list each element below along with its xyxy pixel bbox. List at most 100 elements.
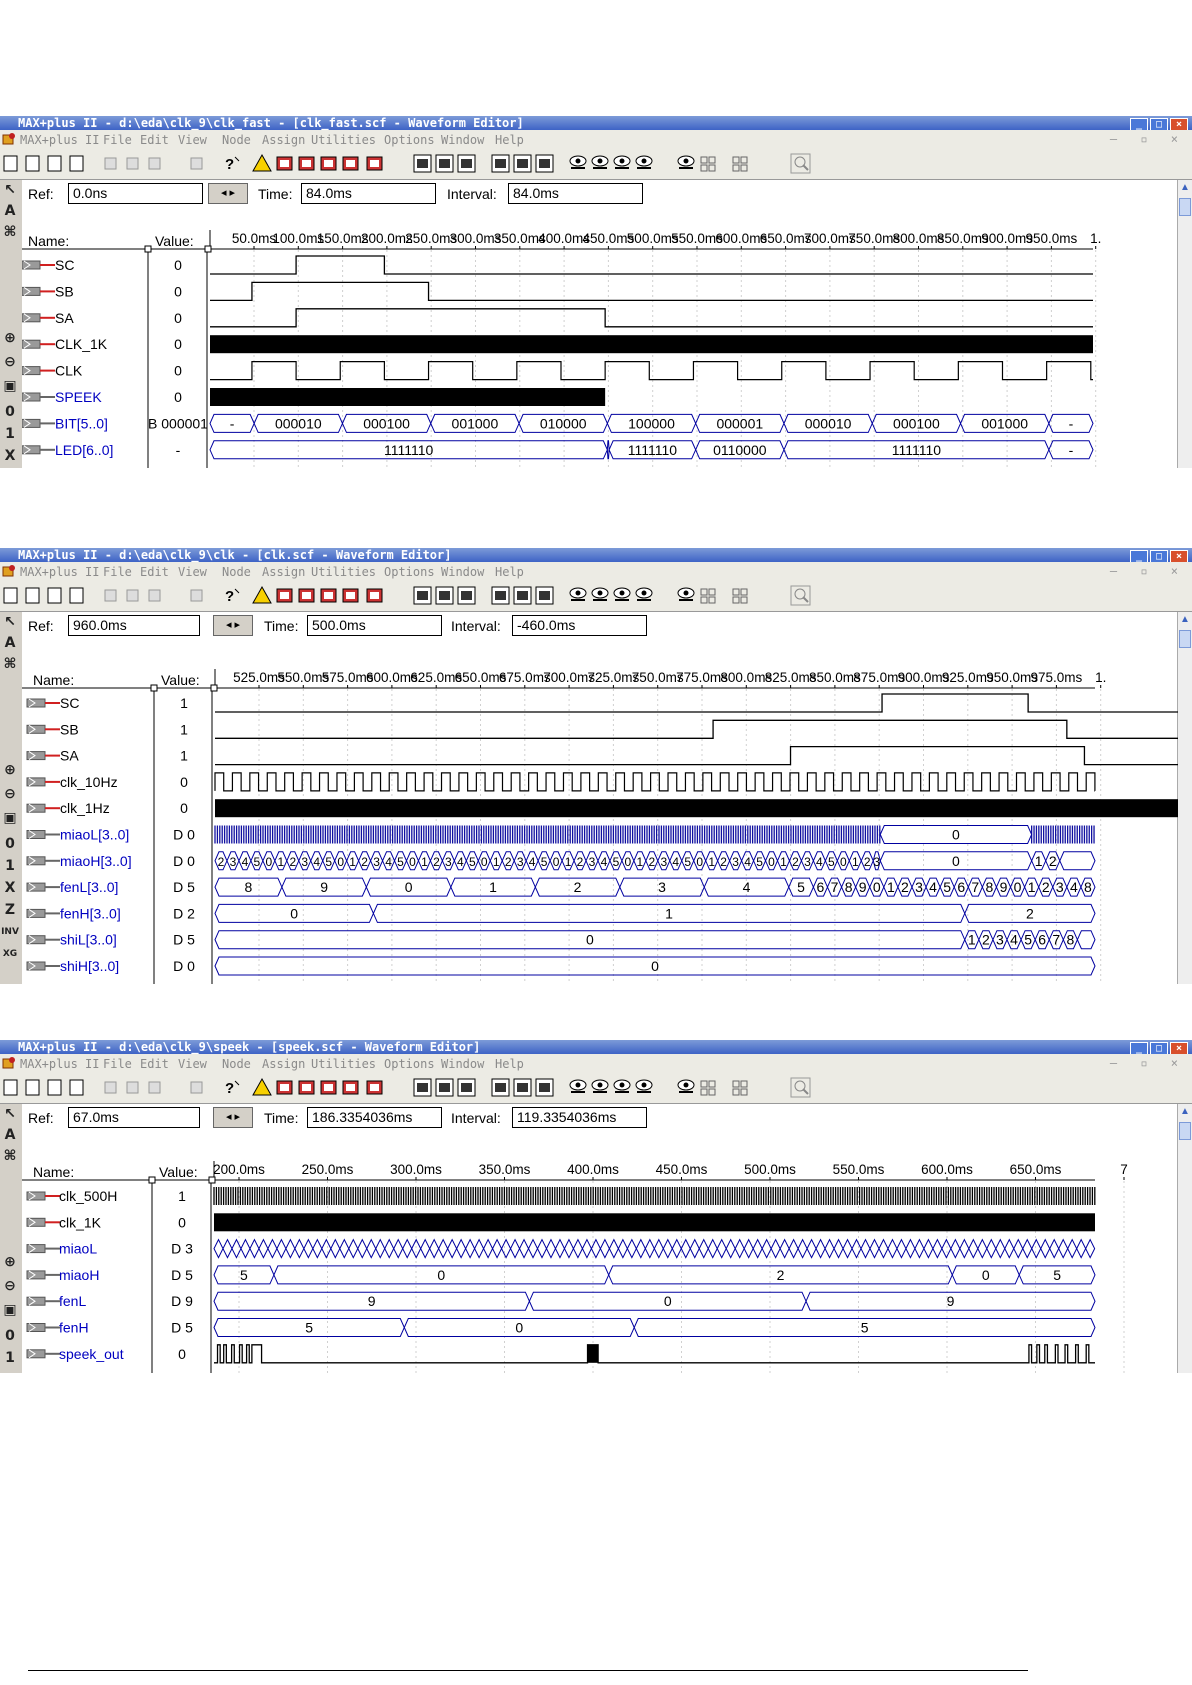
compile-icon[interactable] <box>252 585 273 606</box>
maximize-button[interactable]: □ <box>1150 1042 1168 1054</box>
menu-file[interactable]: File <box>103 565 132 579</box>
help-icon[interactable]: ? <box>222 1077 243 1098</box>
replace-icon[interactable] <box>634 153 655 174</box>
set-1-icon[interactable]: 1 <box>1 1348 19 1368</box>
minimize-button[interactable]: _ <box>1130 1042 1148 1054</box>
probe-icon[interactable] <box>568 153 589 174</box>
menu-options[interactable]: Options <box>384 133 435 147</box>
waveform-canvas[interactable]: Name: Value: 525.0ms550.0ms575.0ms600.0ms6… <box>22 612 1178 984</box>
menu-utilities[interactable]: Utilities <box>311 133 376 147</box>
report-icon[interactable] <box>512 1077 533 1098</box>
menu-utilities[interactable]: Utilities <box>311 565 376 579</box>
zoom-out-icon[interactable]: ⊖ <box>1 784 19 804</box>
grid2-icon[interactable] <box>730 153 751 174</box>
find-icon[interactable] <box>590 153 611 174</box>
hierarchy-icon[interactable] <box>340 153 361 174</box>
copy-icon[interactable] <box>122 1077 143 1098</box>
graphic-icon[interactable] <box>490 153 511 174</box>
signal-row-clk-1hz[interactable]: clk_1Hz 0 <box>26 799 1178 818</box>
find-node-icon[interactable] <box>612 1077 633 1098</box>
symbol-icon[interactable] <box>412 585 433 606</box>
fit-window-icon[interactable]: ▣ <box>1 808 19 828</box>
find-icon[interactable] <box>590 585 611 606</box>
grid2-icon[interactable] <box>730 585 751 606</box>
grid-icon[interactable] <box>698 1077 719 1098</box>
grid-icon[interactable] <box>698 585 719 606</box>
overwrite-clock-icon[interactable]: XG <box>1 944 19 964</box>
open-icon[interactable] <box>22 153 43 174</box>
report-icon[interactable] <box>512 585 533 606</box>
menu-node[interactable]: Node <box>222 133 251 147</box>
symbol-icon[interactable] <box>412 1077 433 1098</box>
signal-row-miaol-3-0[interactable]: miaoL[3..0] D 0 0 <box>26 825 1095 844</box>
menu-assign[interactable]: Assign <box>262 1057 305 1071</box>
vertical-scrollbar[interactable]: ▲ <box>1177 180 1192 468</box>
set-0-icon[interactable]: 0 <box>1 402 19 422</box>
set-x-icon[interactable]: X <box>1 878 19 898</box>
copy-icon[interactable] <box>122 585 143 606</box>
set-z-icon[interactable]: Z <box>1 900 19 920</box>
annotate-icon[interactable] <box>676 1077 697 1098</box>
signal-row-sa[interactable]: SA 1 <box>26 745 1178 766</box>
signal-row-miaoh[interactable]: miaoH D 5 5 0 2 0 5 <box>26 1265 1096 1285</box>
cut-icon[interactable] <box>100 153 121 174</box>
zoom-out-icon[interactable]: ⊖ <box>1 1276 19 1296</box>
zoom-in-icon[interactable]: ⊕ <box>1 328 19 348</box>
find-icon[interactable] <box>590 1077 611 1098</box>
text-tool-icon[interactable]: A <box>1 201 19 221</box>
message-icon[interactable] <box>534 1077 555 1098</box>
maximize-button[interactable]: □ <box>1150 118 1168 130</box>
menu-edit[interactable]: Edit <box>140 565 169 579</box>
scroll-up-arrow[interactable]: ▲ <box>1179 182 1191 196</box>
annotate-icon[interactable] <box>676 585 697 606</box>
menu-node[interactable]: Node <box>222 565 251 579</box>
cut-icon[interactable] <box>100 1077 121 1098</box>
waveform-icon[interactable] <box>456 153 477 174</box>
text-icon[interactable] <box>434 153 455 174</box>
paste-icon[interactable] <box>144 153 165 174</box>
open-icon[interactable] <box>22 1077 43 1098</box>
zoom-window-icon[interactable] <box>790 153 811 174</box>
selection-tool-icon[interactable]: ↖ <box>1 180 19 200</box>
signal-row-fenl[interactable]: fenL D 9 9 0 9 <box>26 1291 1096 1311</box>
print-icon[interactable] <box>66 153 87 174</box>
menu-file[interactable]: File <box>103 133 132 147</box>
new-icon[interactable] <box>0 585 21 606</box>
signal-row-speek-out[interactable]: speek_out 0 <box>26 1344 1095 1364</box>
signal-row-sb[interactable]: SB 1 <box>26 719 1178 739</box>
signal-row-bit-5-0[interactable]: BIT[5..0] B 000001 - 000010 000100 001000 0100… <box>22 413 1094 433</box>
replace-icon[interactable] <box>634 585 655 606</box>
help-icon[interactable]: ? <box>222 585 243 606</box>
menu-help[interactable]: Help <box>495 565 524 579</box>
print-icon[interactable] <box>66 1077 87 1098</box>
programmer-icon[interactable] <box>364 1077 385 1098</box>
message-icon[interactable] <box>534 585 555 606</box>
programmer-icon[interactable] <box>364 585 385 606</box>
scroll-up-arrow[interactable]: ▲ <box>1179 1106 1191 1120</box>
signal-row-clk-500h[interactable]: clk_500H 1 <box>26 1187 1096 1205</box>
find-node-icon[interactable] <box>612 153 633 174</box>
menu-view[interactable]: View <box>178 565 207 579</box>
signal-row-sc[interactable]: SC 1 <box>26 693 1178 713</box>
signal-row-sa[interactable]: SA 0 <box>22 308 1093 328</box>
grid-icon[interactable] <box>698 153 719 174</box>
simulate-icon[interactable] <box>274 153 295 174</box>
signal-row-fenh-3-0[interactable]: fenH[3..0] D 2 0 1 2 <box>26 903 1096 923</box>
signal-row-speek[interactable]: SPEEK 0 <box>22 388 606 406</box>
grid2-icon[interactable] <box>730 1077 751 1098</box>
menu-assign[interactable]: Assign <box>262 565 305 579</box>
save-icon[interactable] <box>44 585 65 606</box>
compile-icon[interactable] <box>252 1077 273 1098</box>
menu-window[interactable]: Window <box>441 133 484 147</box>
signal-row-fenh[interactable]: fenH D 5 5 0 5 <box>26 1318 1096 1337</box>
menu-help[interactable]: Help <box>495 1057 524 1071</box>
text-tool-icon[interactable]: A <box>1 633 19 653</box>
set-1-icon[interactable]: 1 <box>1 424 19 444</box>
menu-view[interactable]: View <box>178 1057 207 1071</box>
signal-row-led-6-0[interactable]: LED[6..0] - 1111110 1111110 0110000 1111110 - <box>22 440 1094 460</box>
undo-icon[interactable] <box>186 585 207 606</box>
vertical-scrollbar[interactable]: ▲ <box>1177 612 1192 984</box>
report-icon[interactable] <box>512 153 533 174</box>
menu-edit[interactable]: Edit <box>140 133 169 147</box>
signal-row-clk-10hz[interactable]: clk_10Hz 0 <box>26 772 1096 792</box>
